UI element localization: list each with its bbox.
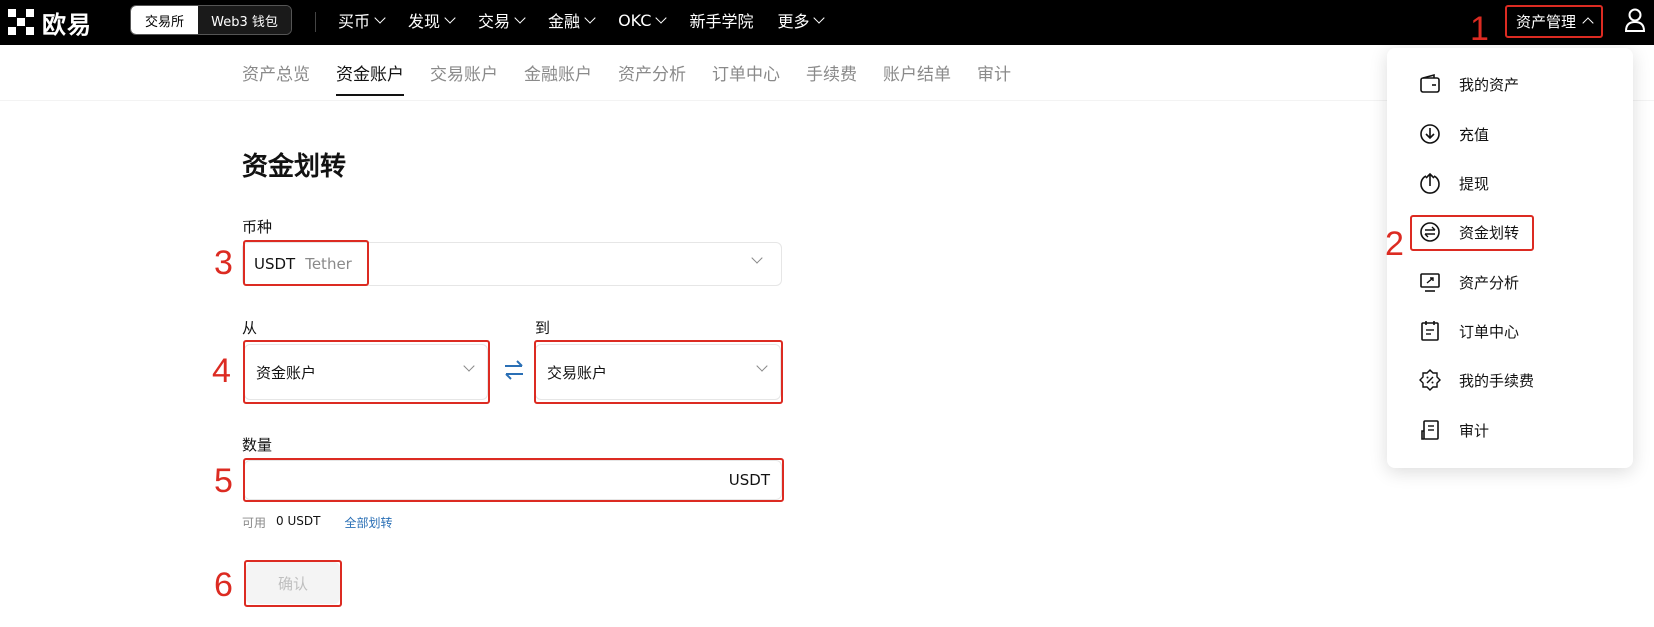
available-row: 可用 0 USDT 全部划转: [242, 514, 392, 531]
annotation-box-5: [243, 458, 784, 502]
tab-fees[interactable]: 手续费: [806, 60, 857, 96]
fee-icon: [1419, 369, 1441, 391]
annotation-box-3: [243, 240, 369, 286]
menu-item-label: 资产分析: [1459, 273, 1520, 292]
available-label: 可用: [242, 516, 267, 530]
brand-name: 欧易: [42, 10, 92, 39]
annotation-number-1: 1: [1470, 10, 1489, 48]
tab-asset-analysis[interactable]: 资产分析: [618, 60, 686, 96]
annotation-box-6: [244, 560, 342, 607]
available-value: 0 USDT: [276, 514, 321, 528]
chevron-down-icon: [374, 12, 386, 24]
menu-item-deposit[interactable]: 充值: [1419, 122, 1489, 146]
from-label: 从: [242, 319, 258, 337]
menu-item-label: 充值: [1459, 125, 1490, 144]
nav-item-discover[interactable]: 发现: [408, 8, 456, 32]
nav-label: 新手学院: [689, 12, 754, 31]
menu-item-asset-analysis[interactable]: 资产分析: [1419, 270, 1519, 294]
menu-item-label: 审计: [1459, 421, 1490, 440]
amount-label: 数量: [242, 436, 273, 454]
annotation-box-1: [1505, 5, 1603, 38]
withdraw-icon: [1420, 172, 1440, 194]
nav-item-academy[interactable]: 新手学院: [689, 8, 753, 32]
nav-label: 金融: [548, 12, 581, 31]
tab-funding-account[interactable]: 资金账户: [336, 60, 404, 96]
user-icon[interactable]: [1624, 7, 1646, 33]
tab-finance-account[interactable]: 金融账户: [524, 60, 592, 96]
menu-item-label: 我的资产: [1459, 75, 1520, 94]
chevron-down-icon: [751, 252, 763, 264]
platform-switch[interactable]: 交易所 Web3 钱包: [130, 5, 292, 35]
nav-label: OKC: [618, 10, 652, 30]
wallet-icon: [1420, 73, 1440, 93]
nav-label: 发现: [408, 12, 441, 31]
chevron-down-icon: [813, 12, 826, 24]
menu-item-label: 提现: [1459, 174, 1490, 193]
deposit-icon: [1420, 124, 1440, 144]
main-nav: 买币 发现 交易 金融 OKC 新手学院 更多: [338, 0, 826, 40]
chevron-down-icon: [584, 12, 596, 24]
menu-item-my-assets[interactable]: 我的资产: [1419, 72, 1519, 96]
chevron-down-icon: [514, 12, 526, 24]
asset-management-dropdown: 我的资产 充值 提现 资金划转 资产分析 订单中心 我的手续费 审计: [1387, 48, 1633, 468]
transfer-all-link[interactable]: 全部划转: [344, 514, 392, 531]
menu-item-withdraw[interactable]: 提现: [1419, 171, 1489, 195]
annotation-box-4a: [243, 340, 490, 404]
order-icon: [1421, 321, 1439, 341]
menu-item-my-fees[interactable]: 我的手续费: [1419, 368, 1534, 392]
segment-exchange[interactable]: 交易所: [131, 6, 198, 34]
audit-icon: [1421, 420, 1439, 440]
account-subtabs: 资产总览 资金账户 交易账户 金融账户 资产分析 订单中心 手续费 账户结单 审…: [242, 60, 1011, 96]
nav-label: 交易: [478, 12, 511, 31]
nav-item-buy-crypto[interactable]: 买币: [338, 8, 386, 32]
menu-item-order-center[interactable]: 订单中心: [1419, 319, 1519, 343]
nav-divider: [315, 12, 316, 32]
nav-item-more[interactable]: 更多: [777, 8, 826, 32]
menu-item-audit[interactable]: 审计: [1419, 418, 1489, 442]
tab-statements[interactable]: 账户结单: [883, 60, 951, 96]
segment-web3-wallet[interactable]: Web3 钱包: [198, 6, 291, 34]
annotation-number-5: 5: [214, 462, 233, 500]
menu-item-label: 订单中心: [1459, 322, 1520, 341]
analysis-icon: [1420, 273, 1440, 292]
chevron-down-icon: [444, 12, 456, 24]
page-title: 资金划转: [242, 152, 347, 182]
menu-item-label: 我的手续费: [1459, 371, 1535, 390]
swap-arrows-icon[interactable]: [502, 359, 526, 381]
to-label: 到: [535, 319, 551, 337]
annotation-number-6: 6: [214, 566, 233, 604]
tab-trading-account[interactable]: 交易账户: [430, 60, 498, 96]
annotation-box-4b: [534, 340, 783, 404]
nav-label: 买币: [338, 12, 371, 31]
nav-item-finance[interactable]: 金融: [548, 8, 596, 32]
tab-assets-overview[interactable]: 资产总览: [242, 60, 310, 96]
annotation-number-2: 2: [1385, 225, 1404, 263]
tab-order-center[interactable]: 订单中心: [712, 60, 780, 96]
annotation-number-4: 4: [212, 352, 231, 390]
annotation-box-2: [1410, 215, 1534, 251]
okx-logo-icon: [8, 9, 34, 35]
annotation-number-3: 3: [214, 244, 233, 282]
coin-label: 币种: [242, 218, 273, 236]
tab-audit[interactable]: 审计: [977, 60, 1011, 96]
nav-item-okc[interactable]: OKC: [618, 10, 668, 30]
brand-logo[interactable]: 欧易: [8, 7, 92, 39]
nav-item-trade[interactable]: 交易: [478, 8, 526, 32]
nav-label: 更多: [777, 12, 810, 31]
chevron-down-icon: [655, 12, 668, 24]
